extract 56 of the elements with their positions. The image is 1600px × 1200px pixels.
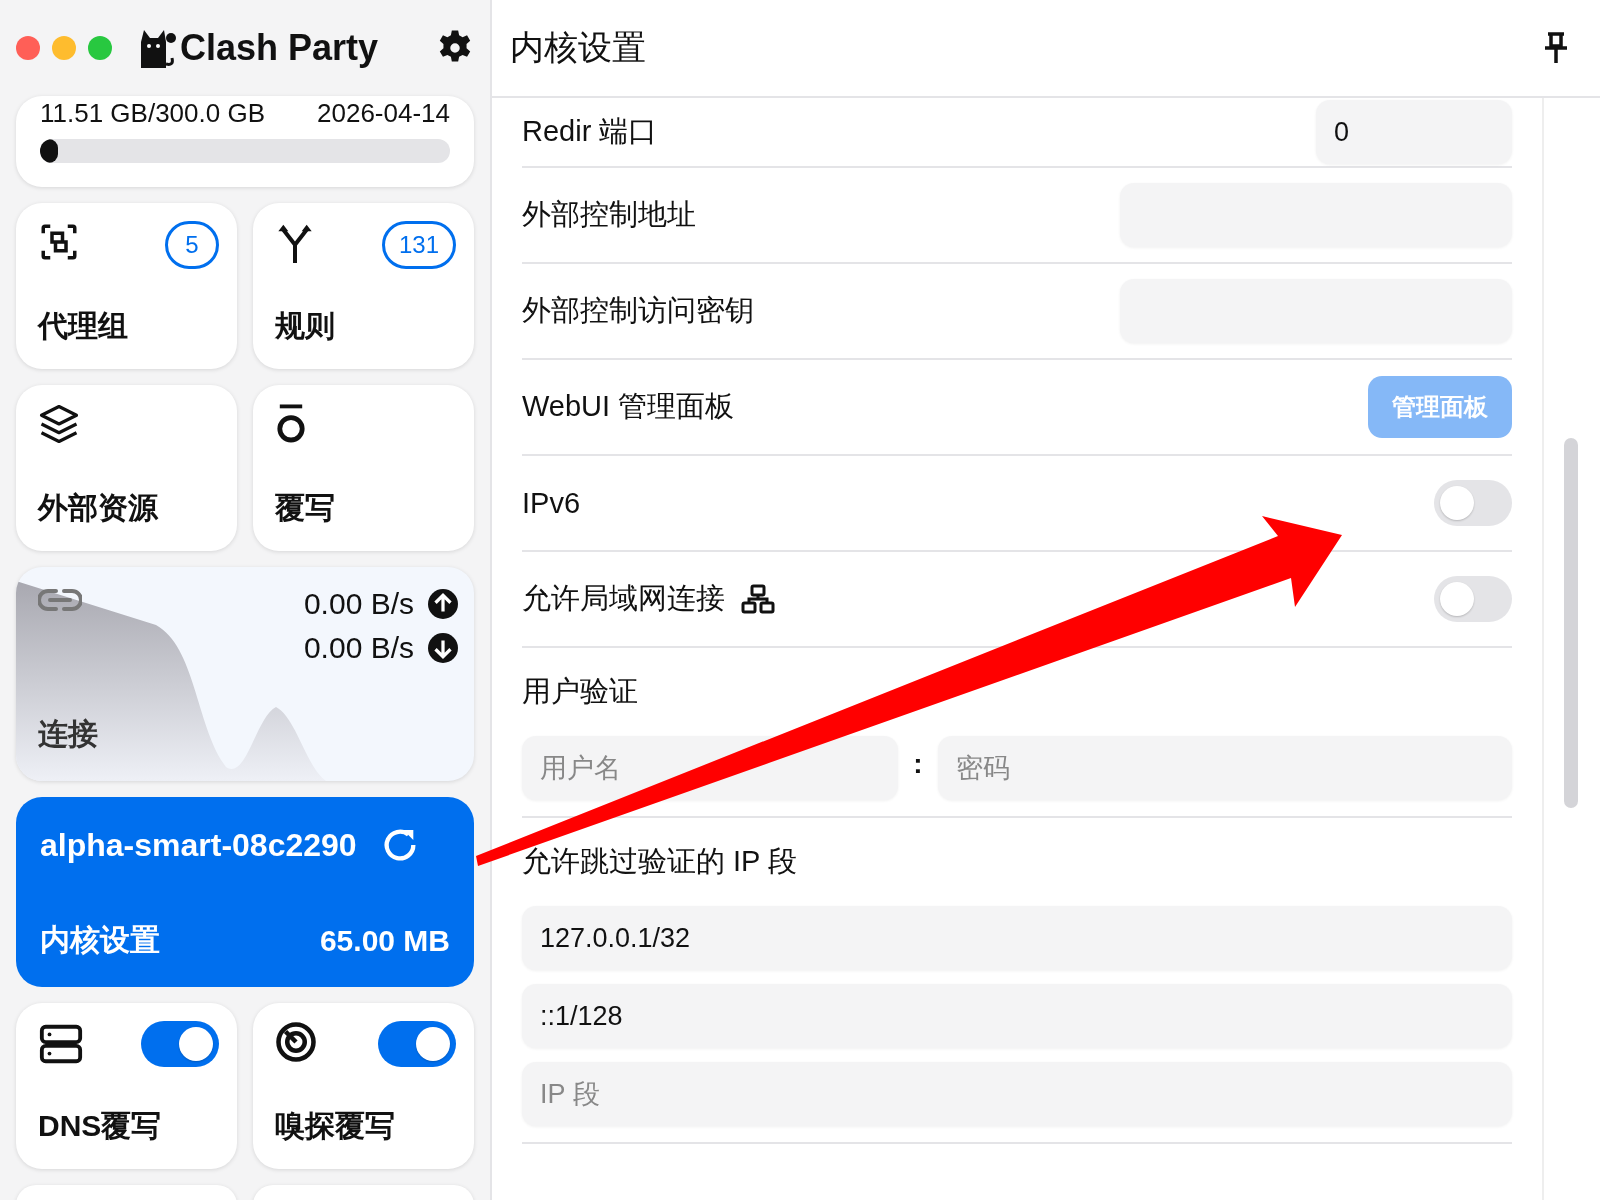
tile-label: 连接	[38, 716, 99, 752]
setting-label: Redir 端口	[522, 114, 658, 149]
layers-icon	[38, 403, 80, 445]
tile-label: 覆写	[275, 490, 336, 526]
usage-text: 11.51 GB/300.0 GB	[40, 98, 265, 129]
count-badge: 131	[381, 221, 456, 269]
app-title: Clash Party	[180, 27, 379, 69]
nav-tile[interactable]: 131 规则	[253, 203, 474, 369]
count-badge: 5	[165, 221, 219, 269]
tile-label: 规则	[275, 308, 336, 344]
tile-label: 嗅探覆写	[275, 1108, 396, 1144]
toggle-tile[interactable]: DNS覆写	[16, 1003, 237, 1169]
section-label: 用户验证	[522, 674, 639, 709]
expiry-date: 2026-04-14	[317, 98, 450, 129]
target-icon	[275, 1021, 317, 1063]
password-field[interactable]: 密码	[938, 736, 1512, 800]
text-field[interactable]: 0	[1316, 100, 1512, 164]
cat-logo-icon	[138, 28, 176, 68]
profile-card[interactable]: alpha-smart-08c2290 内核设置 65.00 MB	[16, 797, 474, 987]
toggle-switch[interactable]	[141, 1021, 219, 1067]
setting-label: 允许局域网连接	[522, 581, 725, 616]
upload-icon	[428, 589, 458, 619]
toggle-switch[interactable]	[1434, 576, 1512, 622]
page-title: 内核设置	[510, 27, 646, 68]
nav-tile[interactable]: 覆写	[253, 385, 474, 551]
profile-name: alpha-smart-08c2290	[40, 826, 357, 864]
separator-text: :	[912, 748, 924, 780]
link-icon	[38, 587, 82, 613]
nav-tile[interactable]: 5 代理组	[16, 203, 237, 369]
minimize-button[interactable]	[52, 36, 76, 60]
toggle-switch[interactable]	[1434, 480, 1512, 526]
speed-text: 0.00 B/s	[303, 631, 414, 665]
tile-label: DNS覆写	[38, 1108, 163, 1144]
download-icon	[428, 633, 458, 663]
scrollbar-thumb[interactable]	[1564, 438, 1578, 808]
toggle-tile[interactable]: 嗅探覆写	[253, 1003, 474, 1169]
tile-label: 内核设置	[40, 922, 160, 958]
nav-tile[interactable]: 外部资源	[16, 385, 237, 551]
connections-card[interactable]: 0.00 B/s 0.00 B/s 连接	[16, 567, 474, 781]
tile-label: 代理组	[38, 308, 129, 344]
memory-usage: 65.00 MB	[319, 923, 450, 958]
pin-icon[interactable]	[1542, 31, 1570, 65]
toggle-switch[interactable]	[378, 1021, 456, 1067]
setting-label: 外部控制地址	[522, 197, 696, 232]
setting-label: WebUI 管理面板	[522, 389, 735, 424]
tile-label: 外部资源	[38, 490, 159, 526]
ip-field[interactable]: ::1/128	[522, 984, 1512, 1048]
maximize-button[interactable]	[88, 36, 112, 60]
section-label: 允许跳过验证的 IP 段	[522, 844, 798, 879]
close-button[interactable]	[16, 36, 40, 60]
circle-line-icon	[275, 403, 307, 445]
setting-label: IPv6	[522, 486, 581, 520]
ip-field[interactable]: 127.0.0.1/32	[522, 906, 1512, 970]
speed-text: 0.00 B/s	[303, 587, 414, 621]
ip-field[interactable]: IP 段	[522, 1062, 1512, 1126]
setting-label: 外部控制访问密钥	[522, 293, 754, 328]
